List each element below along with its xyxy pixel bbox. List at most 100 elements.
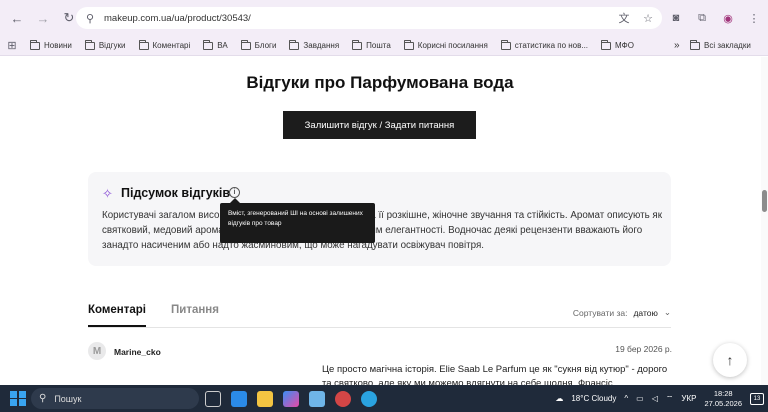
tab-questions[interactable]: Питання — [171, 304, 219, 316]
system-tray: ☁ 18°C Cloudy ^ ▭ ◁ ⌔ УКР 18:28 27.05.20… — [555, 385, 764, 412]
bookmark-folder[interactable]: МФО — [601, 39, 634, 50]
comment-text: Це просто магічна історія. Elie Saab Le … — [322, 364, 668, 385]
task-view-icon[interactable] — [205, 390, 221, 407]
all-bookmarks[interactable]: Всі закладки — [690, 39, 751, 50]
back-arrow-icon[interactable]: ← — [6, 7, 28, 29]
language-indicator[interactable]: УКР — [681, 394, 696, 403]
bookmark-folder[interactable]: Блоги — [240, 39, 277, 50]
bookmarks-overflow-icon[interactable]: » — [674, 40, 680, 51]
taskbar: ⚲ Пошук ☁ 18°C Cloudy ^ ▭ ◁ ⌔ УКР 18:28 … — [0, 385, 768, 412]
folder-icon — [403, 39, 414, 50]
bookmark-folder[interactable]: Коментарі — [138, 39, 191, 50]
folder-icon — [601, 39, 612, 50]
bookmark-folder[interactable]: Корисні посилання — [403, 39, 488, 50]
file-explorer-icon[interactable] — [257, 390, 273, 407]
bookmark-label: Завдання — [303, 41, 340, 50]
sort-value[interactable]: датою — [633, 308, 657, 318]
bookmark-star-icon[interactable]: ☆ — [640, 10, 656, 26]
bookmark-folder[interactable]: Завдання — [289, 39, 340, 50]
bookmark-label: ВА — [217, 41, 228, 50]
extensions-icon[interactable]: ⧉ — [694, 10, 710, 26]
bookmark-label: Коментарі — [152, 41, 191, 50]
address-bar[interactable]: ⚲ makeup.com.ua/ua/product/30543/ 文 ☆ — [76, 7, 662, 29]
folder-icon — [500, 39, 511, 50]
sort-control[interactable]: Сортувати за: датою ⌄ — [573, 307, 671, 318]
weather-text[interactable]: 18°C Cloudy — [571, 394, 616, 403]
comments-tabs: Коментарі Питання Сортувати за: датою ⌄ — [88, 304, 671, 328]
bookmark-label: Блоги — [254, 41, 277, 50]
leave-review-button[interactable]: Залишити відгук / Задати питання — [283, 111, 476, 139]
bookmarks-bar: ⊞ Новини Відгуки Коментарі ВА Блоги Завд… — [0, 36, 768, 56]
bookmark-label: Новини — [44, 41, 72, 50]
page-content: Відгуки про Парфумована вода Залишити ві… — [0, 57, 768, 385]
notes-icon[interactable] — [309, 390, 325, 407]
folder-icon — [30, 39, 40, 50]
copilot-icon[interactable] — [283, 390, 299, 407]
profile-icon[interactable]: ◉ — [720, 10, 736, 26]
bookmark-label: МФО — [615, 41, 634, 50]
url-text[interactable]: makeup.com.ua/ua/product/30543/ — [104, 13, 251, 24]
taskbar-search[interactable]: ⚲ Пошук — [31, 388, 199, 409]
bookmark-label: Відгуки — [98, 41, 126, 50]
toolbar-actions: ◙ ⧉ ◉ ⋮ — [668, 7, 762, 29]
folder-icon — [690, 39, 700, 50]
chrome-icon[interactable] — [335, 390, 351, 407]
scrollbar-thumb[interactable] — [762, 190, 767, 212]
folder-icon — [240, 39, 251, 50]
comment-author: Marine_cko — [114, 347, 161, 357]
folder-icon — [138, 39, 149, 50]
ai-tooltip: Вміст, згенерований ШІ на основі залишен… — [220, 198, 375, 243]
bookmark-folder[interactable]: Відгуки — [84, 39, 126, 50]
sparkle-icon: ✧ — [102, 186, 113, 201]
notifications-badge[interactable]: 13 — [750, 392, 764, 405]
telegram-icon[interactable] — [361, 390, 377, 407]
chevron-down-icon[interactable]: ⌄ — [664, 307, 671, 318]
comment-date: 19 бер 2026 р. — [615, 344, 672, 354]
omnibox-actions: 文 ☆ — [616, 7, 656, 29]
site-info-icon[interactable]: ⚲ — [82, 10, 98, 26]
bookmark-label: статистика по нов... — [514, 41, 589, 50]
search-placeholder: Пошук — [54, 393, 82, 404]
info-icon[interactable]: i — [229, 187, 240, 198]
store-icon[interactable] — [231, 390, 247, 407]
arrow-up-icon: ↑ — [726, 352, 734, 368]
bookmark-folder[interactable]: Пошта — [352, 39, 391, 50]
bookmark-folder[interactable]: статистика по нов... — [500, 39, 589, 50]
folder-icon — [84, 39, 95, 50]
tab-comments[interactable]: Коментарі — [88, 304, 146, 327]
review-summary-card: ✧ Підсумок відгуків i Користувачі загало… — [88, 172, 671, 266]
clock-time: 18:28 — [713, 388, 733, 398]
all-bookmarks-label: Всі закладки — [704, 41, 751, 50]
summary-text: Користувачі загалом високо оцінюють парф… — [102, 210, 663, 251]
page-scrollbar[interactable] — [761, 57, 768, 385]
summary-title: Підсумок відгуків — [121, 186, 231, 200]
bookmark-folder[interactable]: ВА — [203, 39, 228, 50]
avatar: M — [88, 342, 106, 360]
battery-icon[interactable]: ▭ — [636, 394, 644, 403]
wifi-icon[interactable]: ⌔ — [666, 394, 674, 404]
menu-kebab-icon[interactable]: ⋮ — [746, 10, 762, 26]
folder-icon — [203, 39, 214, 50]
taskbar-apps — [205, 388, 377, 409]
bookmark-label: Пошта — [366, 41, 391, 50]
bookmark-folder[interactable]: Новини — [30, 39, 72, 50]
browser-toolbar: ← → ↻ ⚲ makeup.com.ua/ua/product/30543/ … — [0, 0, 768, 36]
folder-icon — [289, 39, 300, 50]
scroll-to-top-button[interactable]: ↑ — [713, 343, 747, 377]
sort-label: Сортувати за: — [572, 307, 628, 318]
bookmark-label: Корисні посилання — [417, 41, 488, 50]
volume-icon[interactable]: ◁ — [652, 394, 658, 403]
nav-buttons: ← → ↻ — [6, 7, 80, 29]
folder-icon — [352, 39, 363, 50]
translate-icon[interactable]: 文 — [616, 10, 632, 26]
tray-overflow-icon[interactable]: ^ — [624, 394, 628, 403]
forward-arrow-icon[interactable]: → — [32, 7, 54, 29]
camera-icon[interactable]: ◙ — [668, 10, 684, 26]
search-icon: ⚲ — [39, 393, 47, 404]
clock-date: 27.05.2026 — [704, 398, 742, 408]
page-title: Відгуки про Парфумована вода — [246, 73, 514, 92]
windows-start-icon[interactable] — [9, 390, 27, 408]
clock[interactable]: 18:28 27.05.2026 — [704, 389, 742, 409]
apps-grid-icon[interactable]: ⊞ — [4, 38, 20, 54]
cloud-icon: ☁ — [555, 394, 564, 403]
